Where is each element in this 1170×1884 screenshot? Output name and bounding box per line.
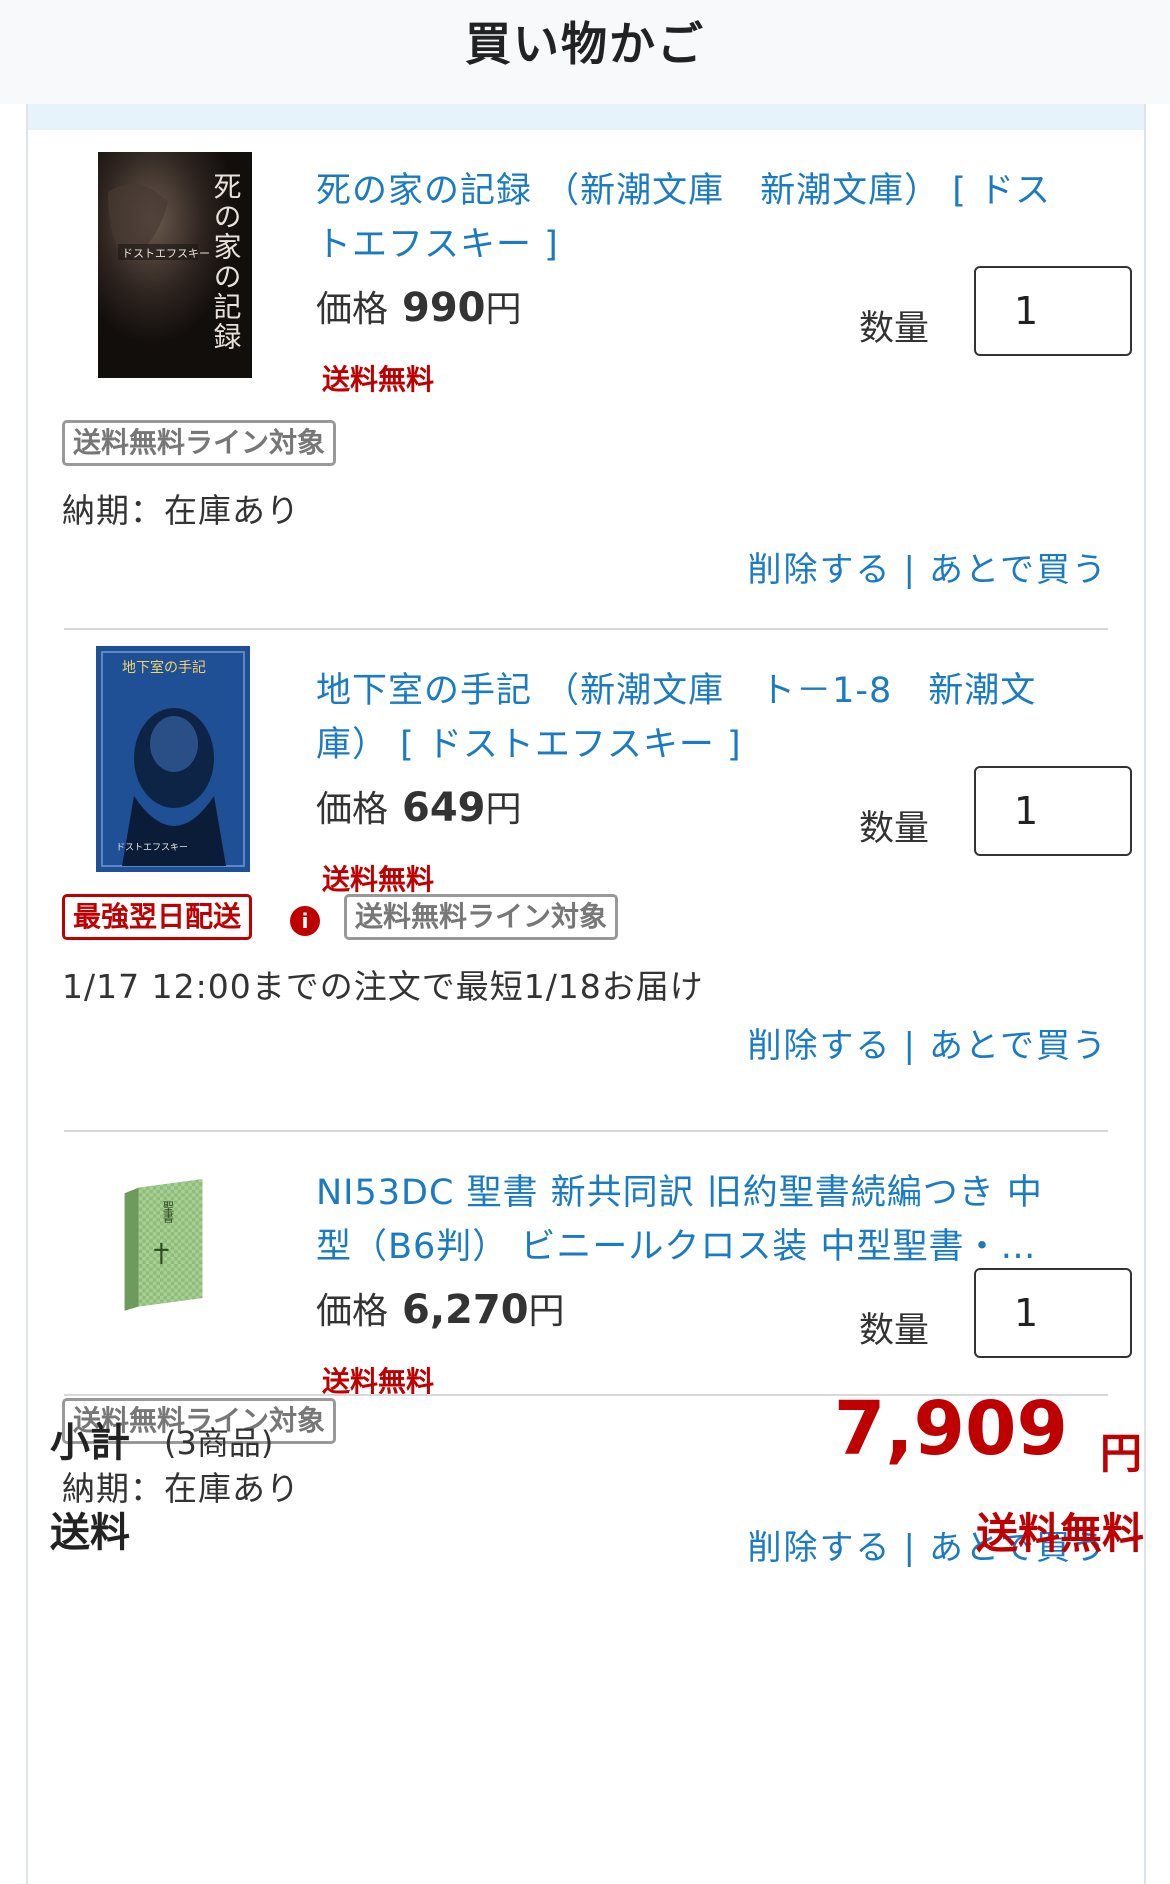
- item-title-link[interactable]: 地下室の手記 （新潮文庫 ト－1-8 新潮文庫） [ ドストエフスキー ]: [316, 664, 1056, 772]
- page-title: 買い物かご: [465, 17, 705, 71]
- item-actions: 削除する | あとで買う: [748, 542, 1108, 591]
- free-shipping-line-badge: 送料無料ライン対象: [344, 894, 619, 940]
- action-separator: |: [903, 550, 918, 590]
- subtotal-currency: 円: [1099, 1429, 1142, 1478]
- book-cover-image[interactable]: 死の家の記録 ドストエフスキー: [98, 152, 252, 378]
- cover-title-text: 聖書: [161, 1200, 175, 1223]
- price-value: 649: [402, 785, 486, 831]
- cart-top-bar: [28, 104, 1144, 130]
- item-price: 価格 990円: [316, 280, 522, 332]
- buy-later-link[interactable]: あとで買う: [929, 1026, 1108, 1066]
- subtotal-item-count: (3商品): [164, 1424, 274, 1462]
- quantity-label: 数量: [859, 809, 930, 849]
- delete-link[interactable]: 削除する: [748, 1026, 892, 1066]
- shipping-label: 送料: [50, 1510, 130, 1556]
- delete-link[interactable]: 削除する: [748, 1528, 892, 1568]
- cart-item: 地下室の手記 ドストエフスキー 地下室の手記 （新潮文庫 ト－1-8 新潮文庫）…: [62, 630, 1132, 1086]
- price-value: 6,270: [402, 1287, 529, 1333]
- free-shipping-label: 送料無料: [322, 863, 435, 896]
- price-label: 価格: [316, 289, 389, 330]
- quantity-input[interactable]: 1: [974, 1268, 1132, 1358]
- buy-later-link[interactable]: あとで買う: [929, 550, 1108, 590]
- cover-title-text: 死の家の記録: [210, 172, 243, 352]
- free-shipping-label: 送料無料: [322, 363, 435, 396]
- price-currency: 円: [528, 1291, 565, 1332]
- cart-container: 死の家の記録 ドストエフスキー 死の家の記録 （新潮文庫 新潮文庫） [ ドスト…: [26, 104, 1146, 1884]
- book-cover-image[interactable]: 地下室の手記 ドストエフスキー: [96, 646, 250, 872]
- quantity-label: 数量: [859, 1311, 930, 1351]
- item-actions: 削除する | あとで買う: [748, 1018, 1108, 1067]
- item-price: 価格 6,270円: [316, 1282, 565, 1334]
- shipping-value: 送料無料: [975, 1509, 1144, 1558]
- item-title-link[interactable]: NI53DC 聖書 新共同訳 旧約聖書続編つき 中型（B6判） ビニールクロス装…: [316, 1166, 1056, 1274]
- subtotal-amount: 7,909: [833, 1386, 1068, 1472]
- cover-author-text: ドストエフスキー: [116, 843, 188, 853]
- next-day-delivery-badge: 最強翌日配送: [62, 894, 253, 940]
- cover-author-text: ドストエフスキー: [122, 247, 210, 260]
- price-label: 価格: [316, 1291, 389, 1332]
- cart-item: 聖書 NI53DC 聖書 新共同訳 旧約聖書続編つき 中型（B6判） ビニールク…: [62, 1132, 1132, 1612]
- quantity-label: 数量: [859, 309, 930, 349]
- delete-link[interactable]: 削除する: [748, 550, 892, 590]
- delivery-status: 1/17 12:00までの注文で最短1/18お届け: [62, 967, 704, 1006]
- book-cover-image[interactable]: 聖書: [112, 1172, 232, 1332]
- cover-title-text: 地下室の手記: [122, 659, 206, 676]
- page-header: 買い物かご: [0, 0, 1170, 104]
- cart-item: 死の家の記録 ドストエフスキー 死の家の記録 （新潮文庫 新潮文庫） [ ドスト…: [62, 130, 1132, 590]
- free-shipping-line-badge: 送料無料ライン対象: [62, 420, 337, 466]
- quantity-input[interactable]: 1: [974, 266, 1132, 356]
- item-title-link[interactable]: 死の家の記録 （新潮文庫 新潮文庫） [ ドストエフスキー ]: [316, 164, 1056, 272]
- action-separator: |: [903, 1528, 918, 1568]
- price-currency: 円: [485, 289, 522, 330]
- price-currency: 円: [485, 789, 522, 830]
- delivery-status: 納期：在庫あり: [62, 491, 300, 530]
- subtotal-label: 小計: [50, 1420, 130, 1466]
- info-icon[interactable]: i: [290, 906, 320, 936]
- quantity-input[interactable]: 1: [974, 766, 1132, 856]
- action-separator: |: [903, 1026, 918, 1066]
- item-price: 価格 649円: [316, 780, 522, 832]
- price-label: 価格: [316, 789, 389, 830]
- price-value: 990: [402, 285, 486, 331]
